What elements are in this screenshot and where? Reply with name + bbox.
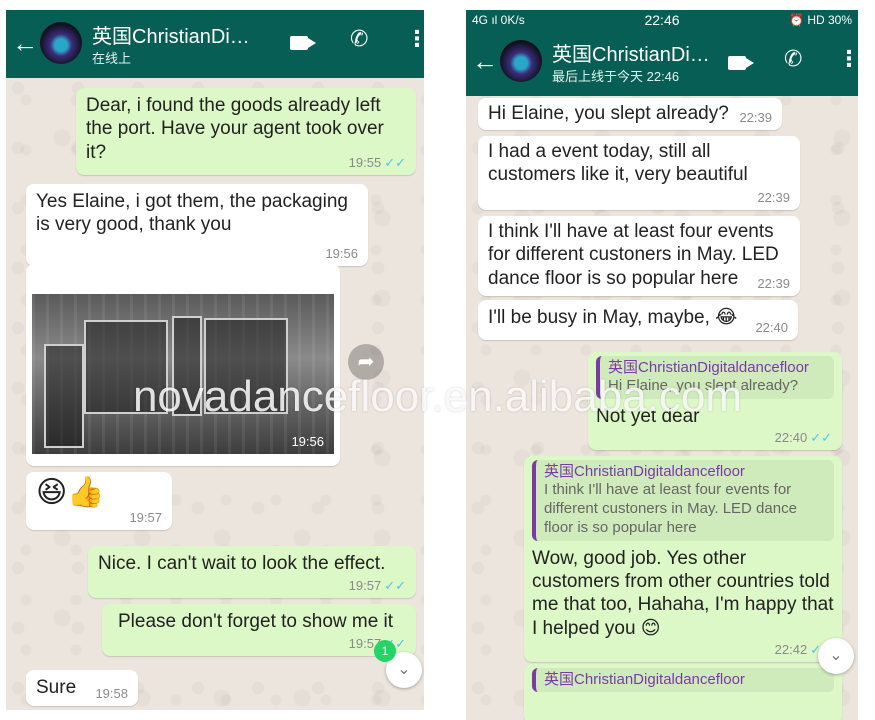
contact-name[interactable]: 英国ChristianDi… <box>552 38 710 67</box>
unread-count-badge: 1 <box>374 640 396 662</box>
network-status: 4G ıl 0K/s <box>472 13 525 27</box>
quoted-author: 英国ChristianDigitaldancefloor <box>544 463 745 480</box>
read-receipt-icon: ✓✓ <box>384 155 406 171</box>
scroll-to-bottom-button[interactable]: ⌄ <box>818 638 854 674</box>
message-bubble[interactable]: Yes Elaine, i got them, the packaging is… <box>26 184 368 266</box>
message-time: 19:55 ✓✓ <box>348 155 406 171</box>
message-bubble[interactable]: Dear, i found the goods already left the… <box>76 88 416 175</box>
chat-header: ← 英国ChristianDi… 最后上线于今天 22:46 ✆ ⋮ <box>466 30 858 96</box>
message-time: 19:57 ✓✓ <box>348 578 406 594</box>
message-time: 22:40 <box>755 320 788 336</box>
quoted-message[interactable]: 英国ChristianDigitaldancefloor <box>532 668 834 693</box>
message-bubble[interactable]: I think I'll have at least four events f… <box>478 216 800 296</box>
message-text: Yes Elaine, i got them, the packaging is… <box>36 191 348 236</box>
message-time: 19:58 <box>95 686 128 702</box>
message-text: Dear, i found the goods already left the… <box>86 95 384 163</box>
message-time: 19:57 <box>129 510 162 526</box>
message-bubble[interactable]: Sure 19:58 <box>26 670 138 706</box>
contact-avatar[interactable] <box>500 40 542 82</box>
message-time: 19:56 <box>291 434 324 450</box>
message-bubble[interactable]: 😆👍 19:57 <box>26 472 172 530</box>
message-bubble[interactable]: Nice. I can't wait to look the effect. 1… <box>88 546 416 598</box>
quoted-message[interactable]: 英国ChristianDigitaldancefloor I think I'l… <box>532 460 834 541</box>
back-arrow-icon[interactable]: ← <box>12 30 38 56</box>
message-text: Wow, good job. Yes other customers from … <box>532 547 834 639</box>
message-text: I'll be busy in May, maybe, 😂 <box>488 307 738 328</box>
more-options-icon[interactable]: ⋮ <box>406 28 424 50</box>
contact-avatar[interactable] <box>40 22 82 64</box>
message-time: 22:39 <box>757 190 790 206</box>
more-options-icon[interactable]: ⋮ <box>838 48 858 70</box>
reply-message-bubble[interactable]: 英国ChristianDigitaldancefloor Hi Elaine, … <box>588 352 842 450</box>
read-receipt-icon: ✓✓ <box>384 578 406 594</box>
status-bar: 4G ıl 0K/s 22:46 ⏰ HD 30% <box>466 10 858 30</box>
quoted-text: Hi Elaine, you slept already? <box>608 377 799 395</box>
video-call-icon[interactable] <box>290 36 316 50</box>
forward-icon[interactable]: ➦ <box>348 344 384 380</box>
message-bubble[interactable]: I had a event today, still all customers… <box>478 136 800 210</box>
message-bubble[interactable]: Please don't forget to show me it 19:57 ✓… <box>102 604 416 656</box>
message-text: I had a event today, still all customers… <box>488 141 748 186</box>
read-receipt-icon: ✓✓ <box>810 430 832 446</box>
message-text: I think I'll have at least four events f… <box>488 221 779 289</box>
quoted-text: I think I'll have at least four events f… <box>544 481 797 536</box>
phone-call-icon[interactable]: ✆ <box>784 48 802 70</box>
message-bubble[interactable]: Hi Elaine, you slept already? 22:39 <box>478 98 782 130</box>
reply-message-bubble[interactable]: 英国ChristianDigitaldancefloor <box>524 664 842 720</box>
left-chat-screen: ← 英国ChristianDi… 在线上 ✆ ⋮ Dear, i found t… <box>6 10 424 710</box>
message-text: Sure <box>36 677 77 698</box>
message-time: 22:39 <box>757 276 790 292</box>
message-text: Nice. I can't wait to look the effect. <box>98 553 386 574</box>
image-message[interactable]: 19:56 <box>26 264 340 466</box>
chat-header: ← 英国ChristianDi… 在线上 ✆ ⋮ <box>6 10 424 78</box>
message-text: 😆👍 <box>36 476 105 509</box>
message-text: Hi Elaine, you slept already? <box>488 103 729 124</box>
video-call-icon[interactable] <box>728 56 754 70</box>
message-bubble[interactable]: I'll be busy in May, maybe, 😂 22:40 <box>478 300 798 340</box>
contact-status: 最后上线于今天 22:46 <box>552 69 680 84</box>
quoted-author: 英国ChristianDigitaldancefloor <box>544 671 745 688</box>
quoted-message[interactable]: 英国ChristianDigitaldancefloor Hi Elaine, … <box>596 356 834 400</box>
quoted-author: 英国ChristianDigitaldancefloor <box>608 359 809 376</box>
clock: 22:46 <box>644 12 680 28</box>
message-time: 19:56 <box>325 246 358 262</box>
contact-status: 在线上 <box>92 51 132 66</box>
reply-message-bubble[interactable]: 英国ChristianDigitaldancefloor I think I'l… <box>524 456 842 662</box>
message-text: Please don't forget to show me it <box>118 611 394 632</box>
contact-name[interactable]: 英国ChristianDi… <box>92 20 250 49</box>
message-time: 22:39 <box>739 110 772 126</box>
shipment-photo[interactable]: 19:56 <box>32 294 334 454</box>
message-time: 22:40 ✓✓ <box>774 430 832 446</box>
message-text: Not yet dear <box>596 406 700 428</box>
right-chat-screen: 4G ıl 0K/s 22:46 ⏰ HD 30% ← 英国ChristianD… <box>466 10 858 720</box>
phone-call-icon[interactable]: ✆ <box>350 28 368 50</box>
back-arrow-icon[interactable]: ← <box>472 48 498 74</box>
battery-status: ⏰ HD 30% <box>789 13 853 27</box>
